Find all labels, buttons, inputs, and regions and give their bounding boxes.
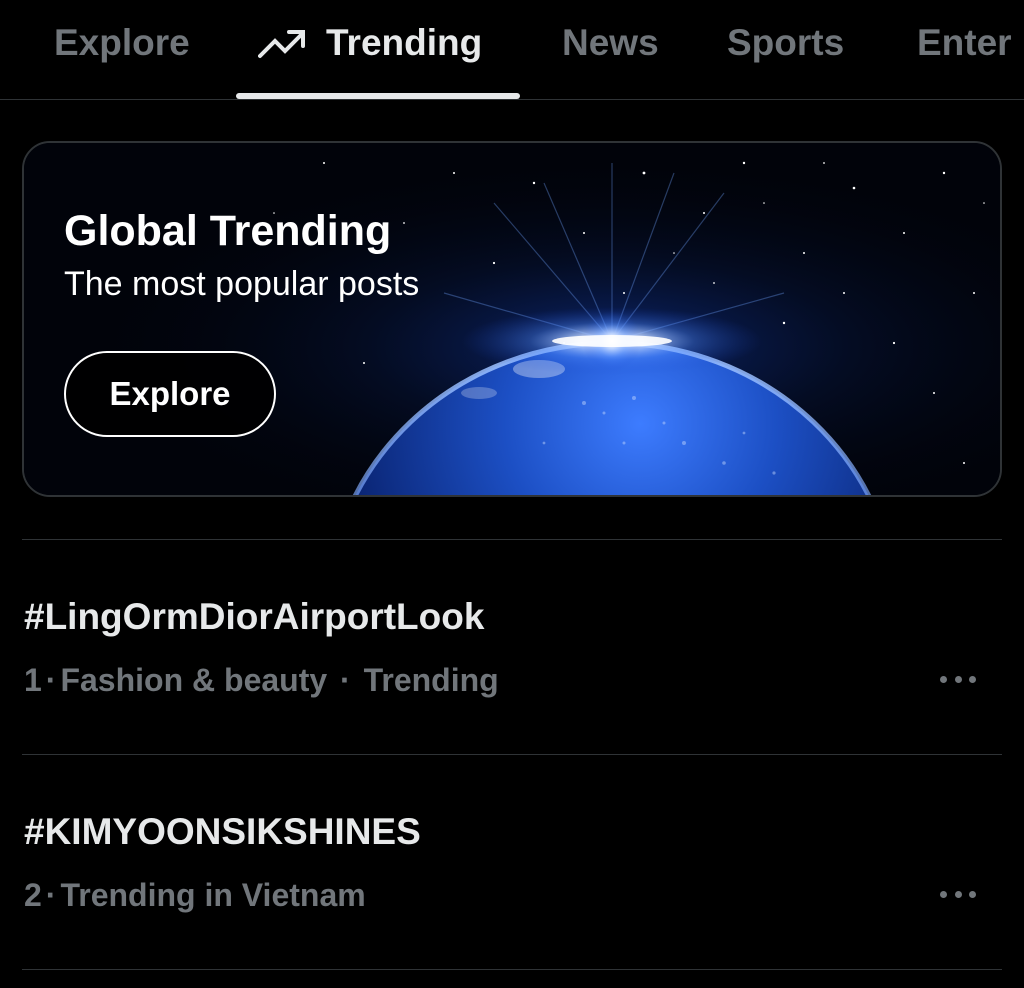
earth-from-space-image [24, 143, 1000, 495]
tab-trending[interactable]: Trending [258, 18, 482, 68]
trend-meta: 1 · Fashion & beauty · Trending [24, 662, 499, 698]
trend-context: Trending [363, 662, 499, 698]
tab-label: Trending [326, 22, 483, 63]
trending-up-icon [258, 30, 305, 58]
tab-sports[interactable]: Sports [727, 18, 844, 68]
list-divider [22, 969, 1002, 970]
trend-rank: 2 [24, 877, 42, 913]
trend-item[interactable]: #LingOrmDiorAirportLook 1 · Fashion & beau… [0, 540, 1024, 754]
tab-label: Explore [54, 22, 190, 63]
trend-meta: 2 · Trending in Vietnam [24, 877, 366, 913]
tab-explore[interactable]: Explore [54, 18, 190, 68]
trend-category: Fashion & beauty [60, 662, 328, 698]
tab-label: Enter [917, 22, 1012, 63]
tab-news[interactable]: News [562, 18, 659, 68]
top-tab-bar: Explore Trending News Sports Enter [0, 0, 1024, 100]
trend-hashtag: #LingOrmDiorAirportLook [24, 596, 485, 637]
tab-entertainment[interactable]: Enter [917, 18, 1012, 68]
banner-subtitle: The most popular posts [64, 265, 420, 303]
trend-rank: 1 [24, 662, 42, 698]
more-options-icon[interactable] [940, 879, 976, 909]
active-tab-indicator [236, 93, 520, 99]
more-options-icon[interactable] [940, 664, 976, 694]
tab-label: News [562, 22, 659, 63]
tab-label: Sports [727, 22, 845, 63]
explore-button[interactable]: Explore [64, 351, 276, 437]
global-trending-banner[interactable]: Global Trending The most popular posts E… [22, 141, 1002, 497]
trend-category: Trending in Vietnam [60, 877, 366, 913]
banner-title: Global Trending [64, 207, 392, 255]
trend-item[interactable]: #KIMYOONSIKSHINES 2 · Trending in Vietnam [0, 755, 1024, 969]
trend-hashtag: #KIMYOONSIKSHINES [24, 811, 421, 852]
